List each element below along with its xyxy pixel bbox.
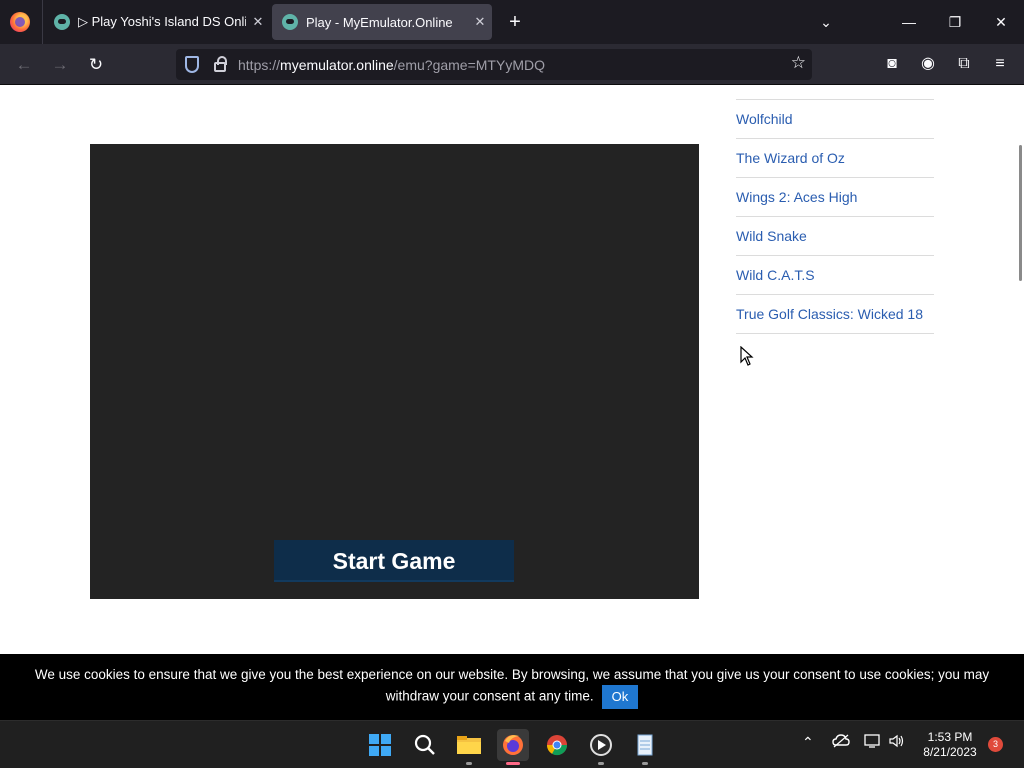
url-path: /emu?game=MTYyMDQ [393,57,545,73]
lock-icon[interactable] [214,56,227,72]
game-link[interactable]: True Golf Classics: Wicked 18 [736,295,934,334]
web-page: Start Game Wolfchild The Wizard of Oz Wi… [0,85,1017,654]
notification-badge[interactable]: 3 [988,737,1003,752]
clock-time: 1:53 PM [927,730,973,744]
scrollbar-thumb[interactable] [1019,145,1022,281]
start-game-button[interactable]: Start Game [274,540,514,582]
back-icon[interactable]: ← [11,52,37,78]
minimize-icon[interactable]: — [886,0,932,44]
game-link[interactable]: Wings 2: Aces High [736,178,934,217]
onedrive-cloud-icon[interactable] [832,733,850,752]
game-link[interactable]: Wild C.A.T.S [736,256,934,295]
reload-icon[interactable]: ↻ [83,52,109,78]
firefox-view-icon[interactable] [10,12,30,32]
game-link[interactable]: Wild Snake [736,217,934,256]
chrome-icon[interactable] [541,729,573,761]
tab-close-icon[interactable]: ✕ [246,14,270,30]
page-scrollbar[interactable] [1017,85,1024,654]
running-indicator [598,762,604,765]
gamepad-favicon-icon [282,14,298,30]
game-link[interactable]: The Wizard of Oz [736,139,934,178]
tab-yoshis-island[interactable]: ▷ Play Yoshi's Island DS Online ✕ [44,4,270,40]
new-tab-icon[interactable]: + [504,10,526,34]
windows-taskbar: ⌃ 1:53 PM 8/21/2023 3 [0,720,1024,768]
tab-title: Play - MyEmulator.Online [306,14,453,30]
url-prefix: https:// [238,57,281,73]
account-icon[interactable]: ◉ [918,53,938,75]
url-text[interactable]: https://myemulator.online/emu?game=MTYyM… [238,57,545,73]
address-bar[interactable]: https://myemulator.online/emu?game=MTYyM… [176,49,812,80]
app-menu-icon[interactable]: ≡ [990,53,1010,75]
active-indicator [506,762,520,765]
bookmark-star-icon[interactable]: ☆ [791,53,806,73]
navigation-bar: ← → ↻ https://myemulator.online/emu?game… [0,44,1024,85]
extensions-icon[interactable]: ⧉ [954,53,974,75]
file-explorer-icon[interactable] [453,729,485,765]
list-all-tabs-icon[interactable]: ⌄ [815,12,837,32]
emulator-screen[interactable]: Start Game [90,144,699,599]
volume-icon[interactable] [888,733,906,752]
cookie-ok-button[interactable]: Ok [601,685,639,709]
window-close-icon[interactable]: ✕ [978,0,1024,44]
tab-bar: ▷ Play Yoshi's Island DS Online ✕ Play -… [0,0,1024,44]
mouse-cursor-icon [740,345,754,371]
url-domain: myemulator.online [280,57,394,73]
game-link[interactable]: Wolfchild [736,100,934,139]
restore-icon[interactable]: ❐ [932,0,978,44]
gamepad-favicon-icon [54,14,70,30]
running-indicator [642,762,648,765]
tab-close-icon[interactable]: ✕ [468,14,492,30]
clock-date: 8/21/2023 [923,745,977,759]
tab-myemulator[interactable]: Play - MyEmulator.Online ✕ [272,4,492,40]
system-clock[interactable]: 1:53 PM 8/21/2023 [918,730,982,760]
tracking-protection-shield-icon[interactable] [185,56,199,73]
tab-separator [42,0,43,44]
running-indicator [466,762,472,765]
cookie-message: We use cookies to ensure that we give yo… [34,667,990,704]
notepad-icon[interactable] [629,729,661,765]
game-list-sidebar: Wolfchild The Wizard of Oz Wings 2: Aces… [736,85,934,334]
network-icon[interactable] [864,733,882,752]
chevron-up-icon[interactable]: ⌃ [802,734,814,751]
cookie-banner: We use cookies to ensure that we give yo… [0,654,1024,720]
start-icon[interactable] [364,729,396,761]
pocket-icon[interactable]: ◙ [882,53,902,75]
forward-icon[interactable]: → [47,52,73,78]
media-player-icon[interactable] [585,729,617,765]
firefox-icon[interactable] [497,729,529,765]
search-icon[interactable] [409,729,441,761]
tab-title: ▷ Play Yoshi's Island DS Online [78,14,246,29]
